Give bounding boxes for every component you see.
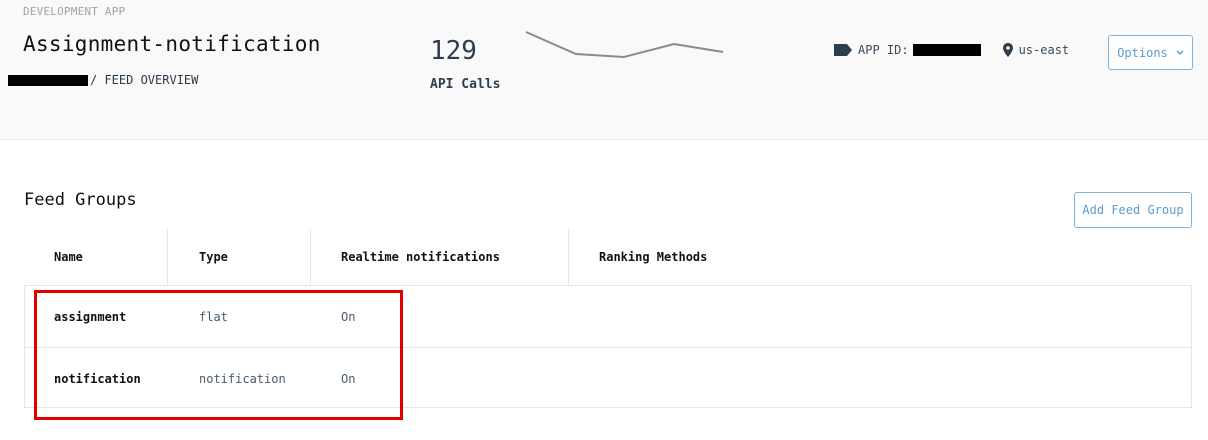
annotation-highlight-box [34,290,403,420]
chevron-down-icon [1176,50,1184,55]
options-button[interactable]: Options [1108,35,1193,70]
column-header-realtime[interactable]: Realtime notifications [310,229,568,285]
app-id-label: APP ID: [858,43,909,57]
app-title: Assignment-notification [23,32,321,56]
column-header-type[interactable]: Type [167,229,310,285]
api-calls-sparkline [525,31,724,59]
options-label: Options [1117,45,1168,60]
breadcrumb: / FEED OVERVIEW [8,72,198,88]
region-label: us-east [1018,43,1070,57]
tag-icon [834,44,852,56]
api-calls-value: 129 [430,36,477,66]
environment-label: DEVELOPMENT APP [23,5,126,18]
app-header: DEVELOPMENT APP Assignment-notification … [0,0,1208,140]
region: us-east [1002,43,1070,57]
redacted-app-id [912,44,981,56]
column-header-ranking[interactable]: Ranking Methods [568,229,868,285]
add-feed-group-button[interactable]: Add Feed Group [1074,192,1192,228]
breadcrumb-current: / FEED OVERVIEW [90,73,199,87]
map-pin-icon [1002,43,1013,57]
api-calls-label: API Calls [430,77,501,92]
app-meta: APP ID: us-east [834,43,1069,57]
column-header-name[interactable]: Name [24,229,167,285]
feed-groups-title: Feed Groups [24,190,137,210]
feed-groups-table-header: Name Type Realtime notifications Ranking… [24,229,1192,285]
redacted-breadcrumb-parent[interactable] [8,74,88,86]
